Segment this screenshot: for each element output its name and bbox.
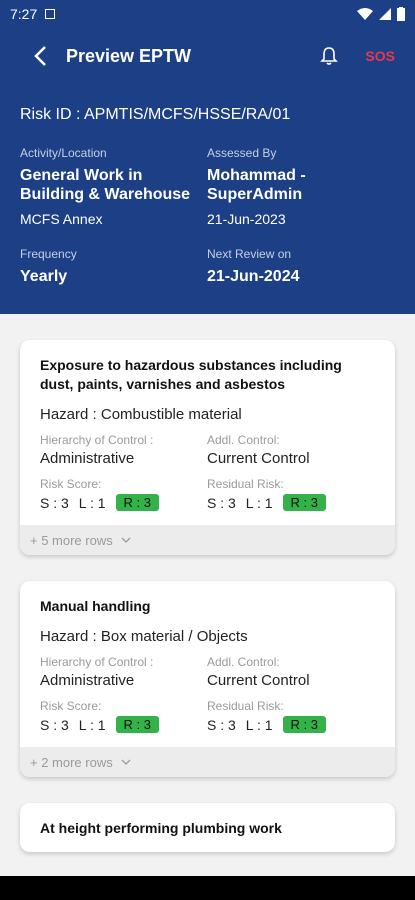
activity-value: General Work in Building & Warehouse	[20, 167, 191, 203]
header: 7:27 Preview EPTW SOS Risk ID : APMTIS/M…	[0, 0, 415, 314]
hoc-label: Hierarchy of Control :	[40, 655, 154, 669]
frequency-block: Frequency Yearly	[20, 247, 207, 286]
chevron-down-icon	[121, 759, 131, 765]
risk-card[interactable]: At height performing plumbing work	[20, 803, 395, 852]
sos-button[interactable]: SOS	[365, 48, 395, 64]
activity-block: Activity/Location General Work in Buildi…	[20, 146, 207, 227]
risk-title: Exposure to hazardous substances includi…	[40, 357, 342, 392]
assessed-date: 21-Jun-2023	[207, 211, 286, 227]
residual-risk-label: Residual Risk:	[207, 699, 284, 713]
notification-icon	[45, 9, 56, 19]
assessed-label: Assessed By	[207, 146, 277, 160]
hazard-text: Hazard : Combustible material	[40, 406, 242, 423]
review-block: Next Review on 21-Jun-2024	[207, 247, 394, 286]
hoc-value: Administrative	[40, 450, 135, 467]
residual-rating-badge: R : 3	[282, 494, 326, 511]
risk-likelihood: L : 1	[78, 494, 106, 511]
hoc-label: Hierarchy of Control :	[40, 433, 154, 447]
more-rows-button[interactable]: + 5 more rows	[20, 525, 395, 555]
back-button[interactable]	[28, 44, 52, 68]
page-title: Preview EPTW	[66, 45, 192, 66]
addl-control-label: Addl. Control:	[207, 655, 280, 669]
residual-likelihood: L : 1	[245, 716, 273, 733]
residual-severity: S : 3	[207, 716, 236, 733]
notifications-button[interactable]	[317, 44, 341, 68]
residual-severity: S : 3	[207, 494, 236, 511]
residual-rating-badge: R : 3	[282, 716, 326, 733]
risk-score-label: Risk Score:	[40, 477, 102, 491]
risk-id: Risk ID : APMTIS/MCFS/HSSE/RA/01	[20, 106, 291, 123]
status-bar: 7:27	[0, 0, 415, 28]
more-rows-label: + 5 more rows	[30, 532, 113, 548]
app-bar: Preview EPTW SOS	[0, 28, 415, 84]
battery-icon	[397, 7, 405, 21]
risk-title: At height performing plumbing work	[40, 820, 282, 836]
assessed-block: Assessed By Mohammad - SuperAdmin 21-Jun…	[207, 146, 394, 227]
residual-likelihood: L : 1	[245, 494, 273, 511]
frequency-label: Frequency	[20, 247, 77, 261]
assessed-value: Mohammad - SuperAdmin	[207, 167, 306, 203]
signal-icon	[379, 8, 391, 20]
system-nav-bar	[0, 876, 415, 900]
more-rows-button[interactable]: + 2 more rows	[20, 747, 395, 777]
activity-label: Activity/Location	[20, 146, 107, 160]
review-label: Next Review on	[207, 247, 292, 261]
more-rows-label: + 2 more rows	[30, 754, 113, 770]
bell-icon	[320, 47, 339, 65]
activity-location: MCFS Annex	[20, 211, 103, 227]
risk-card[interactable]: Manual handling Hazard : Box material / …	[20, 581, 395, 777]
addl-control-value: Current Control	[207, 450, 310, 467]
risk-rating-badge: R : 3	[115, 716, 159, 733]
risk-card[interactable]: Exposure to hazardous substances includi…	[20, 340, 395, 555]
risk-list: Exposure to hazardous substances includi…	[0, 314, 415, 852]
addl-control-value: Current Control	[207, 672, 310, 689]
risk-severity: S : 3	[40, 716, 69, 733]
addl-control-label: Addl. Control:	[207, 433, 280, 447]
risk-score-label: Risk Score:	[40, 699, 102, 713]
chevron-down-icon	[121, 537, 131, 543]
residual-risk-label: Residual Risk:	[207, 477, 284, 491]
risk-title: Manual handling	[40, 598, 151, 614]
risk-rating-badge: R : 3	[115, 494, 159, 511]
back-arrow-icon	[34, 46, 46, 66]
review-value: 21-Jun-2024	[207, 268, 300, 285]
wifi-icon	[357, 8, 373, 20]
status-time: 7:27	[10, 6, 38, 22]
risk-likelihood: L : 1	[78, 716, 106, 733]
hazard-text: Hazard : Box material / Objects	[40, 628, 248, 645]
risk-severity: S : 3	[40, 494, 69, 511]
hoc-value: Administrative	[40, 672, 135, 689]
frequency-value: Yearly	[20, 268, 68, 285]
